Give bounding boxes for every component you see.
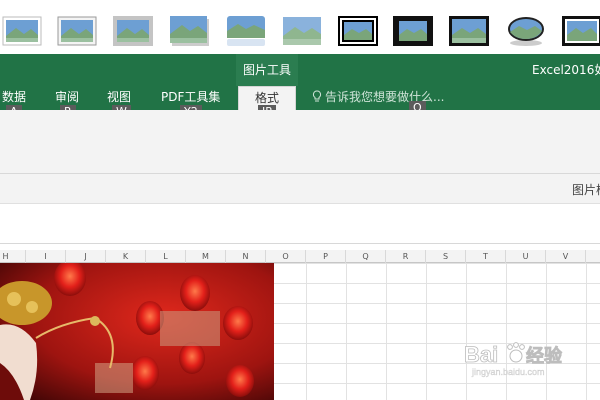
baidu-jingyan-watermark: Bai 经验 jingyan.baidu.com <box>462 340 594 378</box>
tell-me-text: 告诉我您想要做什么... <box>325 90 445 104</box>
picture-style-double-frame-black[interactable] <box>338 16 378 46</box>
picture-style-thick-matte-black[interactable] <box>393 16 433 46</box>
lightbulb-icon <box>312 90 322 102</box>
watermark-brand-suffix: 经验 <box>526 345 563 367</box>
column-header[interactable]: O <box>266 250 306 263</box>
picture-styles-gallery <box>0 110 600 174</box>
picture-style-metal-frame[interactable] <box>113 16 153 46</box>
watermark-url: jingyan.baidu.com <box>471 367 545 377</box>
picture-style-soft-edge-rectangle[interactable] <box>282 16 322 46</box>
column-header[interactable]: K <box>106 250 146 263</box>
picture-style-reflected-rounded-rectangle[interactable] <box>226 16 266 46</box>
column-header-row: H I J K L M N O P Q R S T U V <box>0 250 600 263</box>
column-header[interactable]: N <box>226 250 266 263</box>
window-title: Excel2016如 <box>532 63 600 77</box>
column-header[interactable]: I <box>26 250 66 263</box>
formula-area <box>0 204 600 244</box>
column-header[interactable]: V <box>546 250 586 263</box>
ribbon-group-labels <box>0 174 600 204</box>
picture-style-drop-shadow-rectangle[interactable] <box>170 16 210 46</box>
picture-style-simple-frame-black[interactable] <box>449 16 489 46</box>
column-header[interactable]: T <box>466 250 506 263</box>
picture-style-oval-shadow[interactable] <box>506 16 546 46</box>
picture-style-bevel-frame[interactable] <box>57 16 97 46</box>
column-header[interactable]: P <box>306 250 346 263</box>
column-header[interactable]: Q <box>346 250 386 263</box>
column-header[interactable]: L <box>146 250 186 263</box>
ribbon-bar <box>0 54 600 110</box>
paw-icon <box>507 342 525 363</box>
picture-style-simple-frame-white[interactable] <box>2 16 42 46</box>
excel-window: { "ribbon": { "context_tab_group": "图片工具… <box>0 0 600 400</box>
column-header[interactable]: J <box>66 250 106 263</box>
column-header[interactable]: U <box>506 250 546 263</box>
inserted-picture[interactable] <box>0 263 274 400</box>
column-header[interactable]: R <box>386 250 426 263</box>
column-header[interactable]: H <box>0 250 26 263</box>
picture-style-compound-frame-black[interactable] <box>562 16 600 46</box>
watermark-brand: Bai <box>464 342 498 367</box>
column-header[interactable]: S <box>426 250 466 263</box>
picture-styles-group-label: 图片样 <box>572 183 600 197</box>
column-header[interactable]: M <box>186 250 226 263</box>
picture-tools-label: 图片工具 <box>236 54 298 86</box>
